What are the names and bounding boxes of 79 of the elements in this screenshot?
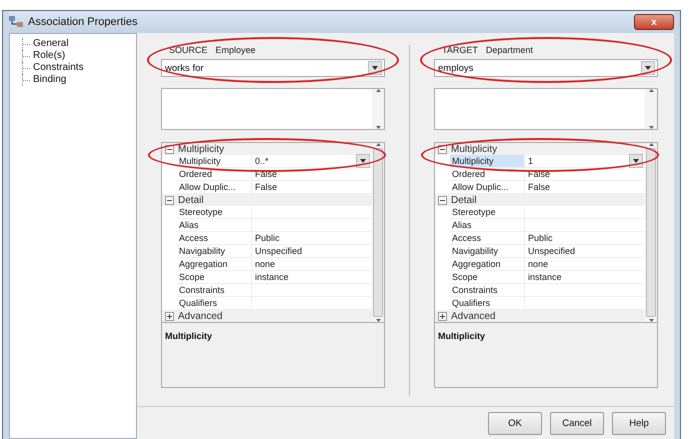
caret-icon <box>645 66 651 70</box>
scroll-up-icon[interactable] <box>648 143 654 146</box>
property-name[interactable]: Access <box>450 232 525 244</box>
property-name[interactable]: Alias <box>177 219 252 231</box>
property-name[interactable]: Constraints <box>450 284 525 296</box>
collapse-icon[interactable] <box>438 196 447 204</box>
property-name[interactable]: Qualifiers <box>177 297 252 309</box>
category-label: Advanced <box>451 310 496 322</box>
scroll-thumb[interactable] <box>373 148 383 317</box>
property-name[interactable]: Scope <box>177 271 252 283</box>
scroll-up-icon[interactable] <box>376 89 380 92</box>
property-value: Unspecified <box>255 246 304 256</box>
property-value: instance <box>528 272 563 282</box>
property-value: 1 <box>528 156 534 166</box>
property-name[interactable]: Navigability <box>450 245 525 257</box>
entity-name: Department <box>486 45 533 55</box>
dropdown-button[interactable] <box>356 154 370 168</box>
property-name[interactable]: Stereotype <box>450 206 525 218</box>
expand-icon[interactable] <box>165 312 174 320</box>
property-name[interactable]: Aggregation <box>177 258 252 270</box>
collapse-icon[interactable] <box>165 144 174 154</box>
property-value: Unspecified <box>528 246 576 256</box>
dialog-button[interactable]: OK <box>488 412 542 434</box>
property-name[interactable]: Constraints <box>177 284 252 296</box>
property-value: False <box>255 182 278 192</box>
scroll-down-icon[interactable] <box>648 126 654 129</box>
property-name[interactable]: Stereotype <box>177 206 252 218</box>
description-title: Multiplicity <box>438 331 485 341</box>
caret-icon <box>360 159 366 163</box>
nav-item[interactable]: General <box>22 38 136 50</box>
property-name[interactable]: Access <box>177 232 252 244</box>
nav-item[interactable]: Binding <box>22 74 136 86</box>
property-value: instance <box>255 272 290 282</box>
property-value: Public <box>528 233 554 243</box>
property-name[interactable]: Allow Duplic... <box>177 181 252 193</box>
notes-field[interactable] <box>161 88 385 130</box>
dropdown-button[interactable] <box>629 154 643 168</box>
entity-name: Employee <box>216 45 256 55</box>
scroll-down-icon[interactable] <box>376 126 380 129</box>
category-label: Detail <box>178 194 204 206</box>
role-heading: TARGET <box>442 45 478 55</box>
category-label: Multiplicity <box>178 144 224 154</box>
description-title: Multiplicity <box>165 331 212 341</box>
scroll-up-icon[interactable] <box>376 143 380 146</box>
property-name[interactable]: Navigability <box>177 245 252 257</box>
property-name[interactable]: Aggregation <box>450 258 525 270</box>
expand-icon[interactable] <box>438 312 447 320</box>
property-name[interactable]: Alias <box>450 219 525 231</box>
property-name[interactable]: Ordered <box>177 168 252 180</box>
property-name[interactable]: Multiplicity <box>177 155 252 167</box>
category-label: Detail <box>451 194 477 206</box>
dialog-button[interactable]: Cancel <box>550 412 604 434</box>
nav-item[interactable]: Constraints <box>22 62 136 74</box>
app-icon <box>9 16 23 28</box>
nav-item[interactable]: Role(s) <box>22 50 136 62</box>
role-name-combo[interactable]: works for <box>161 59 385 77</box>
property-value: none <box>255 259 276 269</box>
property-name[interactable]: Scope <box>450 271 525 283</box>
property-name[interactable]: Allow Duplic... <box>450 181 525 193</box>
caret-icon <box>633 159 639 163</box>
property-name[interactable]: Multiplicity <box>450 155 525 167</box>
property-value: Public <box>255 233 281 243</box>
scroll-up-icon[interactable] <box>648 89 654 92</box>
notes-field[interactable] <box>434 88 658 130</box>
role-name-combo[interactable]: employs <box>434 59 658 77</box>
caret-icon <box>372 66 378 70</box>
dialog-button[interactable]: Help <box>612 412 666 434</box>
property-name[interactable]: Qualifiers <box>450 297 525 309</box>
property-value: 0..* <box>255 156 270 166</box>
property-name[interactable]: Ordered <box>450 168 525 180</box>
role-heading: SOURCE <box>169 45 208 55</box>
scroll-thumb[interactable] <box>646 148 656 317</box>
collapse-icon[interactable] <box>165 196 174 204</box>
category-label: Multiplicity <box>451 144 498 154</box>
window-title: Association Properties <box>28 16 138 28</box>
property-value: none <box>528 259 550 269</box>
collapse-icon[interactable] <box>438 144 447 154</box>
category-label: Advanced <box>178 310 222 322</box>
property-value: False <box>528 182 552 192</box>
